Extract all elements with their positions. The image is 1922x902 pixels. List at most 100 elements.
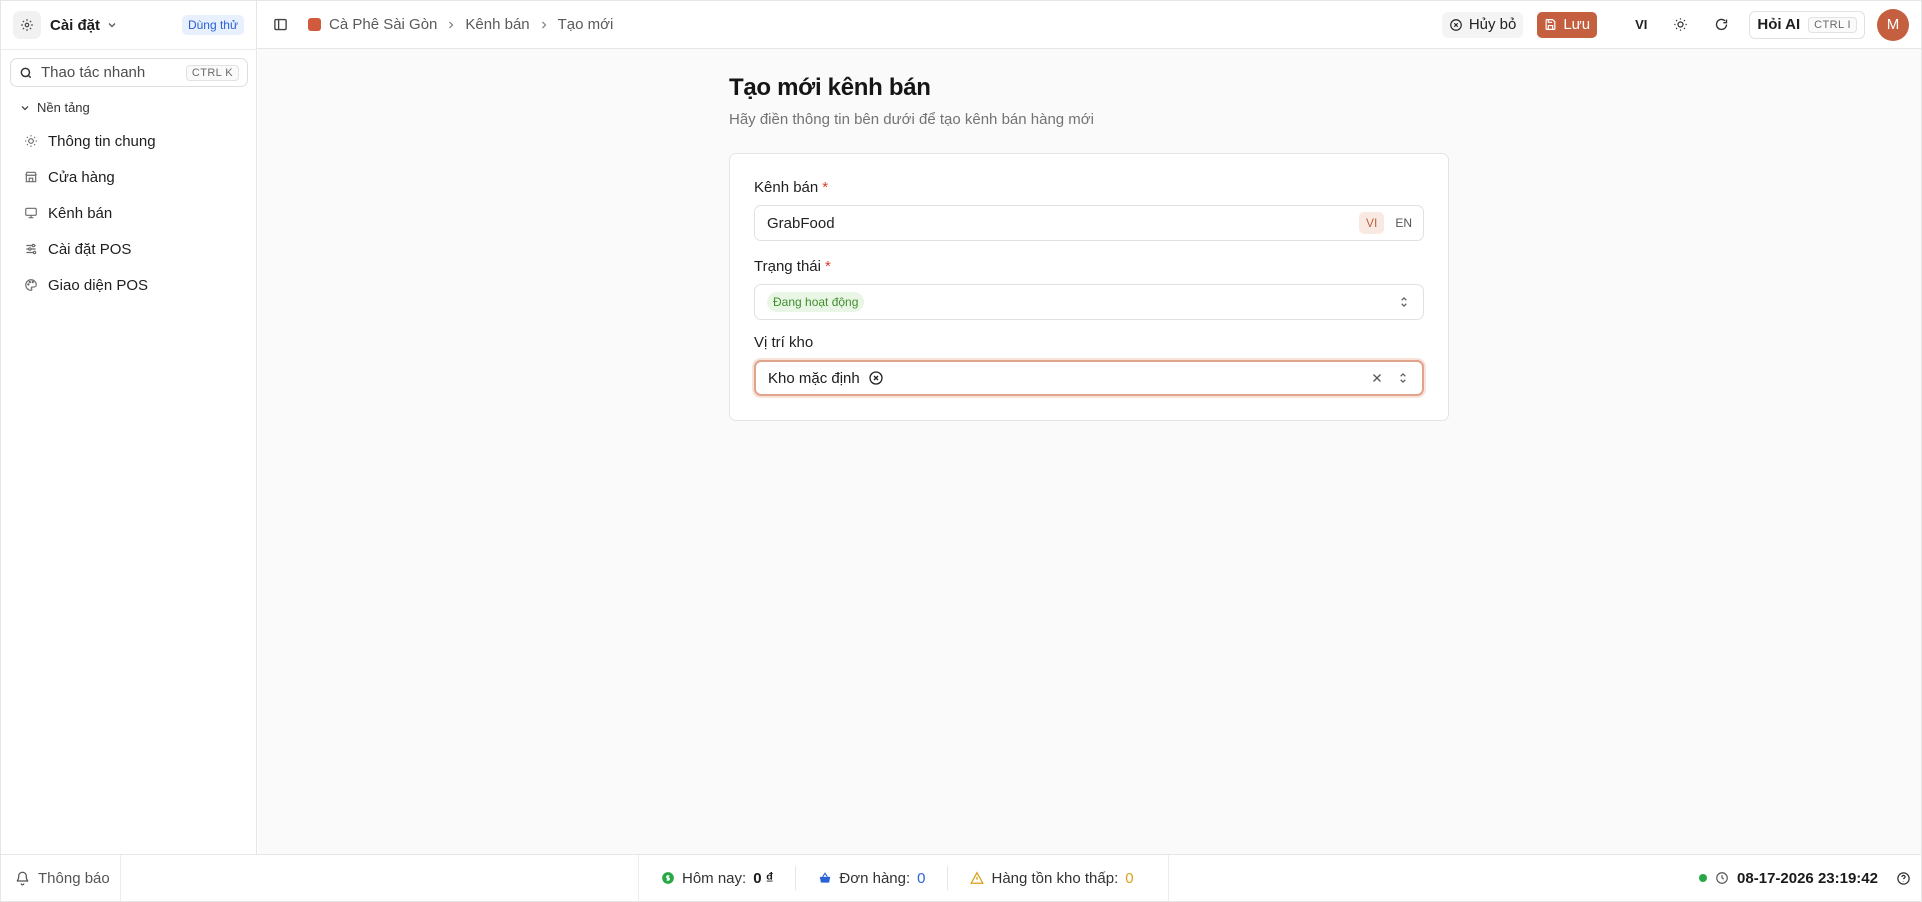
sidebar-item-label: Cửa hàng bbox=[48, 168, 115, 186]
sidebar-item-label: Cài đặt POS bbox=[48, 240, 132, 258]
save-button[interactable]: Lưu bbox=[1537, 11, 1598, 38]
breadcrumb-store[interactable]: Cà Phê Sài Gòn bbox=[329, 16, 437, 33]
sidebar-nav: Thông tin chung Cửa hàng Kênh bán Cài đặ… bbox=[1, 123, 256, 303]
dollar-circle-icon bbox=[662, 872, 674, 884]
chevron-right-icon bbox=[449, 21, 454, 28]
help-icon[interactable] bbox=[1896, 871, 1911, 886]
required-mark: * bbox=[822, 179, 829, 196]
orders-label: Đơn hàng: bbox=[839, 869, 911, 887]
cancel-label: Hủy bỏ bbox=[1468, 16, 1517, 33]
page-subtitle: Hãy điền thông tin bên dưới để tạo kênh … bbox=[729, 111, 1094, 128]
today-revenue-stat: Hôm nay: 0 ₫ bbox=[639, 866, 795, 890]
warning-icon bbox=[970, 871, 985, 884]
avatar[interactable]: M bbox=[1877, 8, 1909, 41]
breadcrumb-channels[interactable]: Kênh bán bbox=[465, 16, 529, 33]
sidebar-item-label: Kênh bán bbox=[48, 204, 113, 222]
online-status-dot bbox=[1699, 874, 1708, 882]
sliders-icon bbox=[26, 243, 37, 255]
orders-stat: Đơn hàng: 0 bbox=[795, 866, 947, 890]
ask-ai-button[interactable]: Hỏi AI CTRL I bbox=[1749, 10, 1865, 39]
ask-ai-label: Hỏi AI bbox=[1757, 16, 1801, 33]
palette-icon bbox=[25, 279, 37, 291]
page-title: Tạo mới kênh bán bbox=[729, 74, 931, 101]
sidebar-item-label: Thông tin chung bbox=[48, 132, 156, 150]
refresh-button[interactable] bbox=[1714, 17, 1729, 32]
low-stock-value: 0 bbox=[1125, 869, 1134, 887]
sidebar-toggle-button[interactable] bbox=[273, 17, 288, 32]
warehouse-label: Vị trí kho bbox=[754, 334, 813, 351]
cancel-button[interactable]: Hủy bỏ bbox=[1441, 11, 1524, 38]
section-platform-toggle[interactable]: Nền tảng bbox=[1, 100, 256, 115]
status-select[interactable]: Đang hoạt động bbox=[754, 284, 1424, 320]
search-shortcut: CTRL K bbox=[185, 64, 239, 81]
label-text: Vị trí kho bbox=[754, 334, 814, 351]
sidebar-item-general-info[interactable]: Thông tin chung bbox=[1, 123, 256, 159]
warehouse-multiselect[interactable]: Kho mặc định bbox=[754, 360, 1424, 396]
channel-name-value: GrabFood bbox=[767, 214, 835, 232]
breadcrumb-current: Tạo mới bbox=[557, 16, 614, 33]
save-icon bbox=[1545, 19, 1556, 30]
chevron-up-down-icon[interactable] bbox=[1396, 371, 1410, 385]
sidebar-item-sales-channels[interactable]: Kênh bán bbox=[1, 195, 256, 231]
chevron-down-icon bbox=[108, 23, 116, 28]
sidebar-header: Cài đặt Dùng thử bbox=[1, 1, 256, 50]
sun-icon bbox=[1674, 18, 1688, 31]
clear-icon[interactable] bbox=[1370, 371, 1384, 385]
lang-option-vi[interactable]: VI bbox=[1358, 212, 1385, 234]
channel-name-label: Kênh bán * bbox=[754, 179, 828, 196]
lang-option-en[interactable]: EN bbox=[1388, 212, 1419, 234]
monitor-icon bbox=[25, 207, 37, 219]
channel-name-field[interactable]: GrabFood VI EN bbox=[754, 205, 1424, 241]
search-icon bbox=[20, 67, 32, 78]
panel-left-icon bbox=[274, 18, 287, 31]
theme-toggle-button[interactable] bbox=[1673, 17, 1688, 32]
language-switch-button[interactable]: VI bbox=[1635, 17, 1647, 32]
clock-icon bbox=[1716, 872, 1728, 884]
workspace-switcher[interactable]: Cài đặt bbox=[50, 17, 118, 34]
low-stock-stat: Hàng tồn kho thấp: 0 bbox=[947, 866, 1155, 890]
sidebar-title: Cài đặt bbox=[50, 16, 101, 34]
notifications-label: Thông báo bbox=[38, 869, 110, 887]
sidebar-item-label: Giao diện POS bbox=[48, 276, 149, 294]
chip-label: Kho mặc định bbox=[768, 369, 860, 387]
circle-x-icon bbox=[1449, 18, 1462, 31]
settings-gear-icon[interactable] bbox=[13, 11, 41, 39]
chevron-down-icon bbox=[21, 105, 29, 110]
chevron-right-icon bbox=[541, 21, 547, 28]
field-language-switch: VI EN bbox=[1358, 212, 1419, 234]
quick-action-search[interactable]: Thao tác nhanh CTRL K bbox=[10, 58, 248, 87]
store-logo-icon bbox=[308, 18, 321, 31]
chevron-up-down-icon bbox=[1401, 297, 1407, 307]
sun-icon bbox=[25, 135, 37, 147]
status-label: Trạng thái * bbox=[754, 258, 831, 275]
today-value: 0 ₫ bbox=[753, 869, 774, 887]
sidebar: Cài đặt Dùng thử Thao tác nhanh CTRL K N… bbox=[0, 0, 257, 854]
basket-icon bbox=[820, 872, 831, 883]
remove-chip-icon[interactable] bbox=[868, 370, 884, 386]
header-actions: Hủy bỏ Lưu VI Hỏi AI CTRL I M bbox=[1441, 8, 1921, 41]
refresh-icon bbox=[1716, 18, 1728, 31]
channel-form-card: Kênh bán * GrabFood VI EN Trạng thái * Đan… bbox=[729, 153, 1449, 421]
top-header: Cà Phê Sài Gòn Kênh bán Tạo mới Hủy bỏ L… bbox=[257, 0, 1922, 49]
section-label: Nền tảng bbox=[37, 100, 90, 115]
ask-ai-shortcut: CTRL I bbox=[1808, 16, 1857, 33]
notifications-button[interactable]: Thông báo bbox=[1, 855, 121, 901]
label-text: Trạng thái bbox=[754, 258, 821, 275]
page-header: Tạo mới kênh bán Hãy điền thông tin bên … bbox=[729, 74, 1094, 128]
status-bar: Thông báo Hôm nay: 0 ₫ Đơn hàng: 0 Hàng … bbox=[0, 854, 1922, 902]
breadcrumb: Cà Phê Sài Gòn Kênh bán Tạo mới bbox=[308, 16, 613, 33]
store-icon bbox=[25, 171, 37, 183]
sidebar-item-pos-settings[interactable]: Cài đặt POS bbox=[1, 231, 256, 267]
low-stock-label: Hàng tồn kho thấp: bbox=[991, 869, 1119, 887]
today-label: Hôm nay: bbox=[682, 869, 747, 887]
bell-icon bbox=[16, 871, 29, 885]
orders-value: 0 bbox=[917, 869, 926, 887]
selected-warehouse-chip: Kho mặc định bbox=[768, 370, 884, 387]
daily-stats: Hôm nay: 0 ₫ Đơn hàng: 0 Hàng tồn kho th… bbox=[638, 855, 1169, 901]
current-datetime: 08-17-2026 23:19:42 bbox=[1737, 869, 1878, 887]
status-badge: Đang hoạt động bbox=[767, 292, 865, 312]
save-label: Lưu bbox=[1563, 16, 1591, 33]
sidebar-item-pos-theme[interactable]: Giao diện POS bbox=[1, 267, 256, 303]
sidebar-item-stores[interactable]: Cửa hàng bbox=[1, 159, 256, 195]
label-text: Kênh bán bbox=[754, 179, 819, 196]
